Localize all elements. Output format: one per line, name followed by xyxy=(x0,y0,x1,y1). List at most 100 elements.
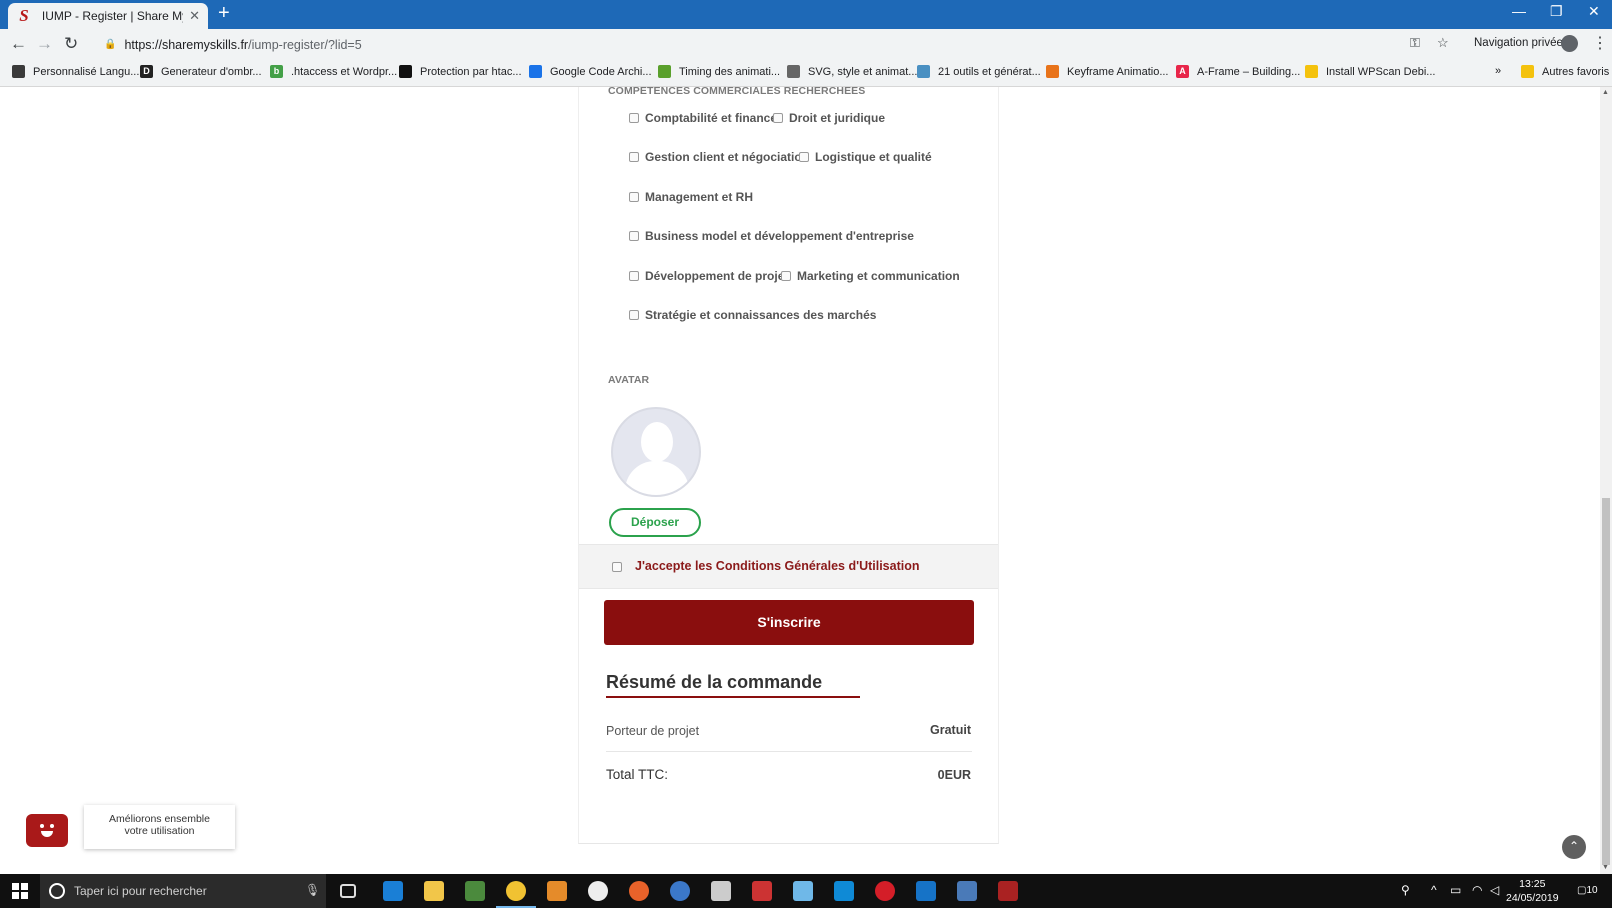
address-bar[interactable]: 🔒 https://sharemyskills.fr /iump-registe… xyxy=(104,34,1424,55)
app-icon[interactable] xyxy=(670,881,690,901)
scroll-up-icon[interactable]: ▲ xyxy=(1602,89,1609,96)
tab-close-icon[interactable]: ✕ xyxy=(189,8,200,24)
bookmark-item[interactable]: b .htaccess et Wordpr... xyxy=(270,65,397,78)
task-view-icon[interactable] xyxy=(340,884,356,898)
upload-avatar-button[interactable]: Déposer xyxy=(609,508,701,537)
file-explorer-icon[interactable] xyxy=(424,881,444,901)
bookmark-item[interactable]: 21 outils et générat... xyxy=(917,65,1041,78)
app-icon[interactable] xyxy=(793,881,813,901)
checkbox[interactable] xyxy=(629,271,639,281)
feedback-tooltip[interactable]: Améliorons ensemble votre utilisation xyxy=(84,805,235,849)
microphone-icon[interactable]: 🎙 xyxy=(305,883,320,897)
edge-icon[interactable] xyxy=(383,881,403,901)
bookmark-item[interactable]: SVG, style et animat... xyxy=(787,65,917,78)
skill-checkbox-strategy[interactable]: Stratégie et connaissances des marchés xyxy=(629,308,876,322)
private-browsing-label: Navigation privée xyxy=(1474,37,1563,49)
bookmark-item[interactable]: Google Code Archi... xyxy=(529,65,652,78)
browser-toolbar: ← → ↻ 🔒 https://sharemyskills.fr /iump-r… xyxy=(0,29,1612,59)
page-scrollbar[interactable]: ▲ ▼ xyxy=(1600,87,1612,874)
app-icon[interactable] xyxy=(998,881,1018,901)
bookmark-item[interactable]: Keyframe Animatio... xyxy=(1046,65,1169,78)
checkbox[interactable] xyxy=(799,152,809,162)
skill-checkbox-legal[interactable]: Droit et juridique xyxy=(773,111,885,125)
bookmarks-overflow-button[interactable]: » xyxy=(1495,65,1501,77)
new-tab-icon[interactable]: + xyxy=(218,2,230,25)
bookmark-star-icon[interactable]: ☆ xyxy=(1437,35,1449,51)
title-underline xyxy=(606,696,860,698)
skill-checkbox-marketing[interactable]: Marketing et communication xyxy=(781,269,960,283)
skill-checkbox-logistics[interactable]: Logistique et qualité xyxy=(799,150,932,164)
app-icon[interactable] xyxy=(465,881,485,901)
restore-icon[interactable]: ❐ xyxy=(1550,3,1563,20)
calculator-icon[interactable] xyxy=(711,881,731,901)
plan-price: Gratuit xyxy=(930,723,971,737)
tray-chevron-icon[interactable]: ^ xyxy=(1431,883,1437,897)
other-bookmarks-folder[interactable]: Autres favoris xyxy=(1521,65,1609,78)
bookmark-item[interactable]: Personnalisé Langu... xyxy=(12,65,139,78)
checkbox[interactable] xyxy=(781,271,791,281)
bookmark-favicon-icon xyxy=(917,65,930,78)
forward-icon[interactable]: → xyxy=(36,34,53,54)
menu-kebab-icon[interactable]: ⋮ xyxy=(1592,33,1608,53)
browser-tab-active[interactable]: S IUMP - Register | Share My Skills ✕ xyxy=(8,3,208,29)
folder-icon xyxy=(1521,65,1534,78)
store-icon[interactable] xyxy=(834,881,854,901)
bookmark-item[interactable]: D Generateur d'ombr... xyxy=(140,65,262,78)
minimize-icon[interactable]: — xyxy=(1512,3,1526,19)
skill-checkbox-management[interactable]: Management et RH xyxy=(629,190,753,204)
battery-icon[interactable]: ▭ xyxy=(1450,883,1461,897)
skill-checkbox-finance[interactable]: Comptabilité et finance xyxy=(629,111,777,125)
outlook-icon[interactable] xyxy=(916,881,936,901)
checkbox[interactable] xyxy=(629,310,639,320)
bookmark-item[interactable]: Install WPScan Debi... xyxy=(1305,65,1435,78)
notification-center-icon[interactable]: ▢10 xyxy=(1577,885,1598,896)
sublime-text-icon[interactable] xyxy=(547,881,567,901)
bookmark-item[interactable]: Protection par htac... xyxy=(399,65,522,78)
terms-checkbox[interactable] xyxy=(612,562,622,572)
chrome-icon[interactable] xyxy=(506,881,526,901)
total-label: Total TTC: xyxy=(606,767,669,782)
skills-section-title: COMPETENCES COMMERCIALES RECHERCHEES xyxy=(608,87,866,97)
skill-checkbox-business-model[interactable]: Business model et développement d'entrep… xyxy=(629,229,914,243)
scroll-down-icon[interactable]: ▼ xyxy=(1602,864,1609,871)
bookmark-item[interactable]: A A-Frame – Building... xyxy=(1176,65,1300,78)
windows-start-icon[interactable] xyxy=(12,883,28,899)
bookmark-favicon-icon: A xyxy=(1176,65,1189,78)
incognito-icon[interactable] xyxy=(1561,35,1578,52)
terms-link[interactable]: J'accepte les Conditions Générales d'Uti… xyxy=(635,559,920,573)
scroll-to-top-icon[interactable]: ⌃ xyxy=(1562,835,1586,859)
volume-icon[interactable]: ◁ xyxy=(1490,883,1499,897)
taskbar-search-input[interactable]: Taper ici pour rechercher 🎙 xyxy=(40,874,326,908)
checkbox[interactable] xyxy=(773,113,783,123)
checkbox[interactable] xyxy=(629,152,639,162)
wifi-icon[interactable]: ◠ xyxy=(1472,883,1482,897)
checkbox[interactable] xyxy=(629,113,639,123)
reload-icon[interactable]: ↻ xyxy=(64,34,78,54)
bookmarks-bar: Personnalisé Langu... D Generateur d'ombr… xyxy=(0,59,1612,87)
app-icon[interactable] xyxy=(588,881,608,901)
feedback-widget-icon[interactable] xyxy=(26,814,68,847)
opera-icon[interactable] xyxy=(875,881,895,901)
skill-checkbox-client[interactable]: Gestion client et négociation xyxy=(629,150,809,164)
skill-checkbox-project[interactable]: Développement de projet xyxy=(629,269,788,283)
firefox-icon[interactable] xyxy=(629,881,649,901)
bookmark-favicon-icon xyxy=(1305,65,1318,78)
app-icon[interactable] xyxy=(957,881,977,901)
bookmark-item[interactable]: Timing des animati... xyxy=(658,65,780,78)
system-clock[interactable]: 13:25 24/05/2019 xyxy=(1506,877,1559,905)
bookmark-favicon-icon: b xyxy=(270,65,283,78)
key-icon[interactable]: ⚿ xyxy=(1410,35,1420,51)
order-summary-title: Résumé de la commande xyxy=(606,672,823,692)
close-window-icon[interactable]: ✕ xyxy=(1588,3,1600,20)
back-icon[interactable]: ← xyxy=(10,34,27,54)
total-price: 0EUR xyxy=(937,768,971,782)
checkbox[interactable] xyxy=(629,192,639,202)
checkbox[interactable] xyxy=(629,231,639,241)
site-favicon-icon: S xyxy=(19,6,29,25)
people-icon[interactable]: ⚲ xyxy=(1401,883,1410,897)
scrollbar-thumb[interactable] xyxy=(1602,498,1610,865)
windows-taskbar: Taper ici pour rechercher 🎙 ⚲ ^ ▭ ◠ ◁ 13… xyxy=(0,874,1612,908)
registration-form: COMPETENCES COMMERCIALES RECHERCHEES Com… xyxy=(578,87,999,844)
register-button[interactable]: S'inscrire xyxy=(604,600,974,645)
app-icon[interactable] xyxy=(752,881,772,901)
